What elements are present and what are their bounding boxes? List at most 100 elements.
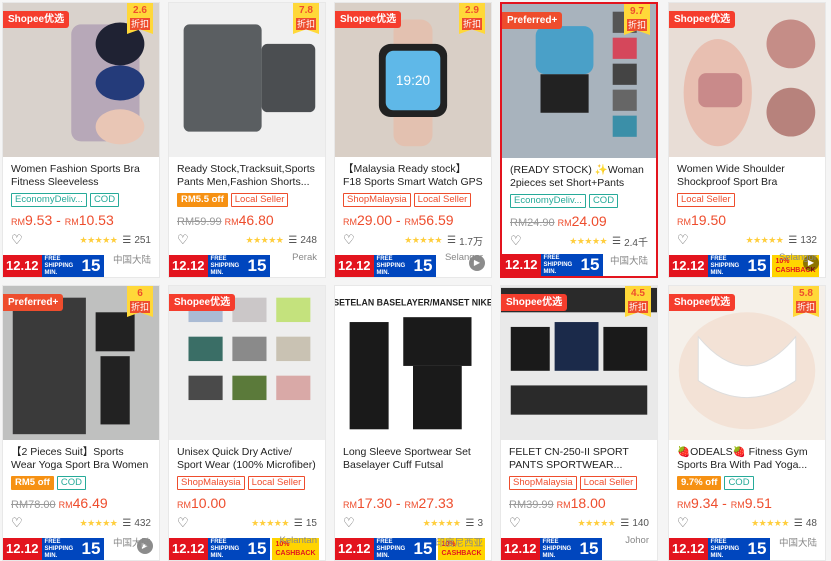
product-title[interactable]: Unisex Quick Dry Active/ Sport Wear (100…: [177, 446, 317, 472]
product-card[interactable]: SETELAN BASELAYER/MANSET NIKE 12.12 FREE…: [334, 285, 492, 561]
price-row: RM10.00: [177, 495, 317, 512]
seller-location: Perak: [292, 252, 317, 263]
price-low: 29.00: [357, 212, 393, 228]
svg-text:SETELAN BASELAYER/MANSET NIKE: SETELAN BASELAYER/MANSET NIKE: [335, 297, 491, 307]
rating-stars: ★★★★★: [422, 517, 461, 528]
seller-badge: Shopee优选: [169, 294, 236, 311]
product-meta: ♡ ★★★★★ ☰ 3: [343, 515, 483, 531]
product-info: Ready Stock,Tracksuit,Sports Pants Men,F…: [169, 163, 325, 263]
product-card[interactable]: Shopee优选4.5折扣 12.12 FREE SHIPPING MIN. S…: [500, 285, 658, 561]
rating-stars: ★★★★★: [577, 517, 616, 528]
price-row: RM59.99 RM46.80: [177, 212, 317, 229]
product-tag: Local Seller: [413, 193, 472, 207]
product-tags: ShopMalaysia Local Seller: [343, 193, 483, 207]
product-tags: EconomyDeliv... COD: [11, 193, 151, 207]
product-info: Women Wide Shoulder Shockproof Sport Bra…: [669, 163, 825, 263]
product-tag: ShopMalaysia: [177, 476, 245, 490]
price-low: 17.30: [357, 495, 393, 511]
rating-stars: ★★★★★: [751, 517, 789, 528]
rating-stars: ★★★★★: [404, 234, 443, 245]
price-separator: -: [392, 212, 405, 228]
sold-count: 251: [134, 234, 151, 246]
heart-icon[interactable]: ♡: [177, 515, 193, 531]
sold-icon: ☰: [793, 517, 803, 529]
heart-icon[interactable]: ♡: [677, 232, 693, 248]
sold-icon: ☰: [293, 517, 303, 529]
product-meta: ♡ ★★★★★ ☰ 132: [677, 232, 817, 248]
seller-badge: Shopee优选: [501, 294, 568, 311]
discount-badge: 2.6 折扣: [127, 3, 153, 34]
currency-label: RM: [343, 217, 357, 227]
product-card[interactable]: Preferred+6折扣 12.12 FREE SHIPPING MIN. S…: [2, 285, 160, 561]
product-info: Women Fashion Sports Bra Fitness Sleevel…: [3, 163, 159, 266]
product-title[interactable]: 【2 Pieces Suit】Sports Wear Yoga Sport Br…: [11, 446, 151, 472]
seller-location: 印度尼西亚: [435, 538, 483, 549]
price-low: 46.49: [72, 495, 108, 511]
product-card[interactable]: Shopee优选5.8折扣 12.12 FREE SHIPPING MIN. S…: [668, 285, 826, 561]
product-title[interactable]: 🍓ODEALS🍓 Fitness Gym Sports Bra With Pad…: [677, 446, 817, 472]
product-title[interactable]: Women Fashion Sports Bra Fitness Sleevel…: [11, 163, 151, 189]
product-tag: Local Seller: [247, 476, 306, 490]
sold-icon: ☰: [447, 234, 457, 246]
product-card[interactable]: Shopee优选 12.12 FREE SHIPPING MIN. SPEND …: [168, 285, 326, 561]
discount-suffix: 折扣: [130, 301, 150, 313]
currency-label: RM: [58, 500, 73, 510]
heart-icon[interactable]: ♡: [11, 515, 27, 531]
currency-label: RM: [11, 217, 25, 227]
product-info: Unisex Quick Dry Active/ Sport Wear (100…: [169, 446, 325, 546]
price-low: 46.80: [238, 212, 274, 228]
discount-badge: 2.9 折扣: [459, 3, 485, 34]
heart-icon[interactable]: ♡: [510, 233, 526, 249]
product-info: 【2 Pieces Suit】Sports Wear Yoga Sport Br…: [3, 446, 159, 549]
product-tag: COD: [588, 194, 619, 208]
product-tag: 9.7% off: [677, 476, 722, 490]
price-separator: -: [718, 495, 731, 511]
product-info: (READY STOCK) ✨Woman 2pieces set Short+P…: [502, 164, 656, 267]
product-card[interactable]: Shopee优选 12.12 FREE SHIPPING MIN. SPEND …: [668, 2, 826, 278]
product-tag: COD: [89, 193, 120, 207]
heart-icon[interactable]: ♡: [677, 515, 693, 531]
product-title[interactable]: FELET CN-250-II SPORT PANTS SPORTWEAR...: [509, 446, 649, 472]
rating-stars: ★★★★★: [245, 234, 284, 245]
discount-badge: 9.7 折扣: [624, 4, 650, 35]
product-meta: ♡ ★★★★★ ☰ 432: [11, 515, 151, 531]
discount-value: 5.8: [799, 288, 813, 299]
currency-label: RM: [64, 217, 79, 227]
price-row: RM39.99 RM18.00: [509, 495, 649, 512]
heart-icon[interactable]: ♡: [509, 515, 525, 531]
product-info: 🍓ODEALS🍓 Fitness Gym Sports Bra With Pad…: [669, 446, 825, 549]
price-row: RM19.50: [677, 212, 817, 229]
currency-label: RM: [343, 500, 357, 510]
product-meta: ♡ ★★★★★ ☰ 248: [177, 232, 317, 248]
cashback-word: CASHBACK: [275, 550, 316, 557]
seller-badge: Shopee优选: [335, 11, 402, 28]
heart-icon[interactable]: ♡: [343, 515, 359, 531]
sold-icon: ☰: [288, 234, 298, 246]
product-tag: COD: [56, 476, 86, 490]
product-title[interactable]: (READY STOCK) ✨Woman 2pieces set Short+P…: [510, 164, 648, 190]
sold-icon: ☰: [465, 517, 475, 529]
price-low: 24.09: [571, 213, 607, 229]
product-title[interactable]: 【Malaysia Ready stock】F18 Sports Smart W…: [343, 163, 483, 189]
heart-icon[interactable]: ♡: [343, 232, 359, 248]
discount-value: 2.9: [465, 5, 479, 16]
rating-stars: ★★★★★: [569, 235, 608, 246]
currency-label: RM: [177, 500, 191, 510]
product-card[interactable]: Preferred+ 9.7 折扣 12.12 FREE SHIPPING MIN.…: [500, 2, 658, 278]
heart-icon[interactable]: ♡: [11, 232, 27, 248]
product-image[interactable]: SETELAN BASELAYER/MANSET NIKE: [335, 286, 491, 440]
product-card[interactable]: Shopee优选2.6折扣 12.12 FREE SHIPPING MIN. S…: [2, 2, 160, 278]
product-tags: [343, 476, 483, 490]
price-row: RM17.30 - RM27.33: [343, 495, 483, 512]
product-title[interactable]: Long Sleeve Sportwear Set Baselayer Cuff…: [343, 446, 483, 472]
original-price: RM39.99: [509, 499, 554, 511]
seller-location: 中国大陆: [609, 256, 648, 267]
discount-suffix: 折扣: [462, 18, 482, 30]
price-low: 9.34: [691, 495, 719, 511]
heart-icon[interactable]: ♡: [177, 232, 193, 248]
product-title[interactable]: Women Wide Shoulder Shockproof Sport Bra…: [677, 163, 817, 189]
product-title[interactable]: Ready Stock,Tracksuit,Sports Pants Men,F…: [177, 163, 317, 189]
product-card[interactable]: 7.8折扣 12.12 FREE SHIPPING MIN. SPEND 15 …: [168, 2, 326, 278]
product-meta: ♡ ★★★★★ ☰ 251: [11, 232, 151, 248]
product-card[interactable]: 19:20 Shopee优选 2.9 折扣 12.12 FREE SHIPPING M…: [334, 2, 492, 278]
